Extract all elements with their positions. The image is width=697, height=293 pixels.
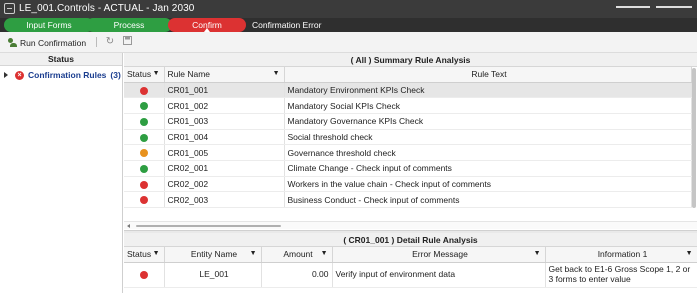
filter-icon[interactable]: ▼ xyxy=(321,250,328,257)
app-icon xyxy=(4,3,15,14)
rule-name-cell: CR01_001 xyxy=(164,82,285,99)
column-header-status[interactable]: Status ▼ xyxy=(124,67,165,83)
toolbar: Run Confirmation ↻ xyxy=(0,32,697,53)
column-header-information-1[interactable]: Information 1 ▼ xyxy=(545,247,697,263)
column-header-rule-name[interactable]: Rule Name ▼ xyxy=(164,67,285,83)
rule-text-cell: Mandatory Social KPIs Check xyxy=(284,97,692,114)
window-control-bar[interactable] xyxy=(656,6,692,8)
refresh-icon[interactable]: ↻ xyxy=(104,36,116,48)
status-dot-icon xyxy=(140,86,148,95)
status-panel-header: Status xyxy=(0,53,122,66)
table-row[interactable]: CR01_003 Mandatory Governance KPIs Check xyxy=(124,113,692,130)
filter-icon[interactable]: ▼ xyxy=(250,250,257,257)
save-icon[interactable] xyxy=(121,36,133,48)
information-1-cell: Get back to E1-6 Gross Scope 1, 2 or 3 f… xyxy=(545,262,697,288)
rule-text-cell: Business Conduct - Check input of commen… xyxy=(284,191,692,208)
table-row[interactable]: CR02_002 Workers in the value chain - Ch… xyxy=(124,176,692,193)
rule-text-cell: Social threshold check xyxy=(284,129,692,146)
filter-icon[interactable]: ▼ xyxy=(273,70,280,77)
tree-item-count: (3) xyxy=(110,70,121,80)
horizontal-scrollbar[interactable] xyxy=(124,221,697,229)
filter-icon[interactable]: ▼ xyxy=(153,70,160,77)
table-row[interactable]: CR01_005 Governance threshold check xyxy=(124,144,692,161)
detail-table: Status ▼ Entity Name ▼ Amount ▼ Error Messa… xyxy=(124,247,697,288)
run-confirmation-label: Run Confirmation xyxy=(20,37,87,48)
rule-text-cell: Mandatory Governance KPIs Check xyxy=(284,113,692,130)
workflow-error-label: Confirmation Error xyxy=(252,20,322,30)
table-row[interactable]: LE_001 0.00 Verify input of environment … xyxy=(124,262,697,288)
status-dot-icon xyxy=(140,196,148,205)
column-header-error-message[interactable]: Error Message ▼ xyxy=(332,247,546,263)
amount-cell: 0.00 xyxy=(261,262,333,288)
status-dot-icon xyxy=(140,117,148,126)
rule-name-cell: CR01_002 xyxy=(164,97,285,114)
column-header-amount[interactable]: Amount ▼ xyxy=(261,247,333,263)
summary-title: ( All ) Summary Rule Analysis xyxy=(124,53,697,67)
table-row[interactable]: CR01_004 Social threshold check xyxy=(124,129,692,146)
detail-title: ( CR01_001 ) Detail Rule Analysis xyxy=(124,233,697,247)
status-dot-icon xyxy=(140,149,148,158)
window-title: LE_001.Controls - ACTUAL - Jan 2030 xyxy=(19,3,195,14)
workflow-step-input-forms[interactable]: Input Forms xyxy=(4,18,94,32)
workflow-step-process[interactable]: Process xyxy=(86,18,172,32)
rule-text-cell: Governance threshold check xyxy=(284,144,692,161)
rule-name-cell: CR01_005 xyxy=(164,144,285,161)
entity-name-cell: LE_001 xyxy=(164,262,262,288)
error-message-cell: Verify input of environment data xyxy=(332,262,546,288)
run-confirmation-button[interactable]: Run Confirmation xyxy=(8,36,86,49)
scrollbar-thumb[interactable] xyxy=(136,225,281,227)
rule-name-cell: CR01_003 xyxy=(164,113,285,130)
rule-name-cell: CR02_002 xyxy=(164,176,285,193)
status-dot-icon xyxy=(140,270,148,279)
table-row[interactable]: CR02_001 Climate Change - Check input of… xyxy=(124,160,692,177)
rule-text-cell: Mandatory Environment KPIs Check xyxy=(284,82,692,99)
summary-rule-analysis: ( All ) Summary Rule Analysis Status ▼ Ru… xyxy=(124,53,697,233)
scroll-left-icon[interactable] xyxy=(127,224,130,228)
rule-name-cell: CR01_004 xyxy=(164,129,285,146)
status-dot-icon xyxy=(140,180,148,189)
rule-text-cell: Climate Change - Check input of comments xyxy=(284,160,692,177)
rule-name-cell: CR02_001 xyxy=(164,160,285,177)
table-row[interactable]: CR02_003 Business Conduct - Check input … xyxy=(124,191,692,208)
status-dot-icon xyxy=(140,165,148,174)
column-header-rule-text[interactable]: Rule Text xyxy=(284,67,692,83)
status-dot-icon xyxy=(140,133,148,142)
filter-icon[interactable]: ▼ xyxy=(686,250,693,257)
status-panel: Status × Confirmation Rules (3) xyxy=(0,53,123,293)
summary-table: Status ▼ Rule Name ▼ Rule Text CR01_001 Ma… xyxy=(124,67,692,208)
error-status-icon: × xyxy=(15,70,24,80)
column-header-entity-name[interactable]: Entity Name ▼ xyxy=(164,247,262,263)
rule-text-cell: Workers in the value chain - Check input… xyxy=(284,176,692,193)
vertical-scrollbar[interactable] xyxy=(691,68,697,221)
expand-caret-icon[interactable] xyxy=(4,72,8,78)
detail-rule-analysis: ( CR01_001 ) Detail Rule Analysis Status… xyxy=(124,233,697,293)
filter-icon[interactable]: ▼ xyxy=(153,250,160,257)
status-dot-icon xyxy=(140,102,148,111)
rule-name-cell: CR02_003 xyxy=(164,191,285,208)
table-row[interactable]: CR01_002 Mandatory Social KPIs Check xyxy=(124,97,692,114)
tree-item-label: Confirmation Rules xyxy=(28,70,107,80)
column-header-status[interactable]: Status ▼ xyxy=(124,247,165,263)
filter-icon[interactable]: ▼ xyxy=(534,250,541,257)
toolbar-separator xyxy=(96,37,97,47)
window-control-bar[interactable] xyxy=(616,6,650,8)
workflow-bar: Input Forms Process Confirm Confirmation… xyxy=(0,18,697,32)
tree-item-confirmation-rules[interactable]: × Confirmation Rules (3) xyxy=(0,68,122,82)
scrollbar-thumb[interactable] xyxy=(692,68,696,208)
run-confirmation-icon xyxy=(8,38,17,47)
table-row[interactable]: CR01_001 Mandatory Environment KPIs Chec… xyxy=(124,82,692,99)
title-bar: LE_001.Controls - ACTUAL - Jan 2030 xyxy=(0,0,697,18)
